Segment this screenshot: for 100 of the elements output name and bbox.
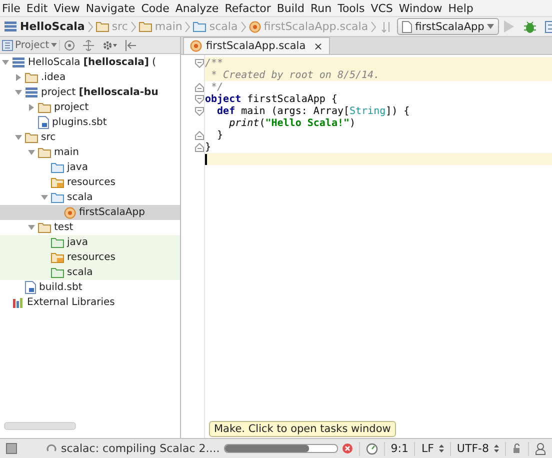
person-icon[interactable] (535, 442, 546, 454)
breadcrumb[interactable]: HelloScala (2, 20, 87, 33)
expanded-arrow-icon[interactable] (2, 60, 9, 65)
folder-icon (38, 147, 51, 158)
folder-icon (51, 267, 64, 278)
bug-icon[interactable] (523, 20, 538, 34)
collapse-icon[interactable] (83, 40, 94, 50)
tree-item[interactable]: project [helloscala-bu (0, 85, 180, 100)
tree-item[interactable]: plugins.sbt (0, 115, 180, 130)
tree-item[interactable]: test (0, 220, 180, 235)
expanded-arrow-icon[interactable] (15, 135, 22, 140)
tooltip: Make. Click to open tasks window (209, 421, 396, 437)
folder-icon (25, 72, 38, 83)
target-icon[interactable] (64, 40, 76, 50)
tree-item[interactable]: scala (0, 265, 180, 280)
file-icon (38, 116, 49, 129)
fold-marker-icon[interactable] (195, 82, 204, 92)
dropdown-value: firstScalaApp (415, 20, 484, 32)
folder-icon (96, 21, 109, 32)
up-down-icon (438, 444, 444, 453)
collapsed-arrow-icon[interactable] (15, 74, 22, 81)
chevron-icon (240, 20, 246, 32)
menu-item[interactable]: Tools (336, 2, 369, 14)
run-configuration-dropdown[interactable]: firstScalaApp (397, 18, 500, 35)
task-status-text: scalac: compiling Scalac 2.... (60, 442, 220, 455)
code-line: def main (args: Array[String]) { (216, 105, 411, 117)
expanded-arrow-icon[interactable] (28, 225, 35, 230)
fold-marker-icon[interactable] (195, 142, 204, 152)
fold-marker-icon[interactable] (195, 106, 204, 116)
structure-icon[interactable] (545, 20, 552, 34)
folder-icon (25, 132, 38, 143)
scala-class-icon (64, 206, 76, 218)
folder-icon (38, 102, 51, 113)
folder-icon (51, 237, 64, 248)
fold-marker-icon[interactable] (195, 94, 204, 104)
tree-item[interactable]: resources (0, 250, 180, 265)
folder-icon (193, 21, 206, 32)
tree-item[interactable]: java (0, 235, 180, 250)
tool-windows-icon[interactable] (6, 443, 17, 454)
caret-icon (51, 43, 58, 47)
resources-folder-icon (51, 252, 64, 263)
chevron-icon (130, 20, 136, 32)
folder-icon (51, 192, 64, 203)
spinner-icon (46, 443, 57, 454)
scala-class-icon (190, 40, 202, 52)
tree-item[interactable]: project (0, 100, 180, 115)
gauge-icon[interactable] (366, 442, 378, 454)
collapsed-arrow-icon[interactable] (28, 104, 35, 111)
fold-marker-icon[interactable] (195, 130, 204, 140)
module-icon (4, 21, 17, 32)
dropdown-value: Project (15, 40, 50, 50)
tree-item[interactable]: firstScalaApp (0, 205, 180, 220)
menu-item[interactable]: Analyze (173, 2, 223, 14)
caret-position[interactable]: 9:1 (386, 442, 412, 455)
menu-item[interactable]: Code (139, 2, 174, 14)
chevron-icon (371, 20, 376, 32)
cancel-icon[interactable] (342, 443, 353, 454)
line-separator-selector[interactable]: LF (417, 442, 448, 455)
expanded-arrow-icon[interactable] (41, 195, 48, 200)
up-down-icon (494, 444, 499, 453)
code-line: print("Hello Scala!") (228, 117, 357, 129)
menu-item[interactable]: View (52, 2, 84, 14)
chevron-icon (88, 20, 93, 32)
tree-item[interactable]: External Libraries (0, 295, 180, 310)
tree-item[interactable]: HelloScala [helloscala] ( (0, 55, 180, 70)
settings-icon[interactable] (102, 40, 118, 50)
menu-item[interactable]: Navigate (84, 2, 140, 14)
menu-item[interactable]: Build (274, 2, 308, 14)
editor-tab[interactable]: firstScalaApp.scala × (183, 37, 330, 54)
tree-item[interactable]: main (0, 145, 180, 160)
lock-icon[interactable] (512, 443, 522, 454)
tree-item[interactable]: scala (0, 190, 180, 205)
tree-item[interactable]: java (0, 160, 180, 175)
menu-item[interactable]: VCS (368, 2, 397, 14)
menu-item[interactable]: Window (396, 2, 446, 14)
resources-folder-icon (51, 177, 64, 188)
tree-item[interactable]: .idea (0, 70, 180, 85)
tree-item[interactable]: build.sbt (0, 280, 180, 295)
hide-panel-icon[interactable] (125, 40, 136, 50)
module-icon (25, 87, 38, 98)
menu-item[interactable]: Refactor (222, 2, 275, 14)
scala-class-icon (248, 20, 261, 32)
folder-icon (38, 222, 51, 233)
fold-marker-icon[interactable] (195, 58, 204, 68)
close-icon[interactable]: × (314, 40, 323, 52)
expanded-arrow-icon[interactable] (28, 150, 35, 155)
menu-item[interactable]: Edit (24, 2, 52, 14)
scrollbar-thumb[interactable] (4, 422, 76, 430)
menu-item[interactable]: File (0, 2, 24, 14)
menu-item[interactable]: Run (308, 2, 336, 14)
code-line: } (216, 129, 224, 141)
menu-item[interactable]: Help (446, 2, 478, 14)
encoding-selector[interactable]: UTF-8 (452, 442, 503, 455)
file-icon (25, 281, 36, 294)
tree-item[interactable]: src (0, 130, 180, 145)
tree-item[interactable]: resources (0, 175, 180, 190)
folder-icon (51, 162, 64, 173)
module-icon (12, 57, 25, 68)
panel-icon (2, 40, 13, 50)
expanded-arrow-icon[interactable] (15, 90, 22, 95)
